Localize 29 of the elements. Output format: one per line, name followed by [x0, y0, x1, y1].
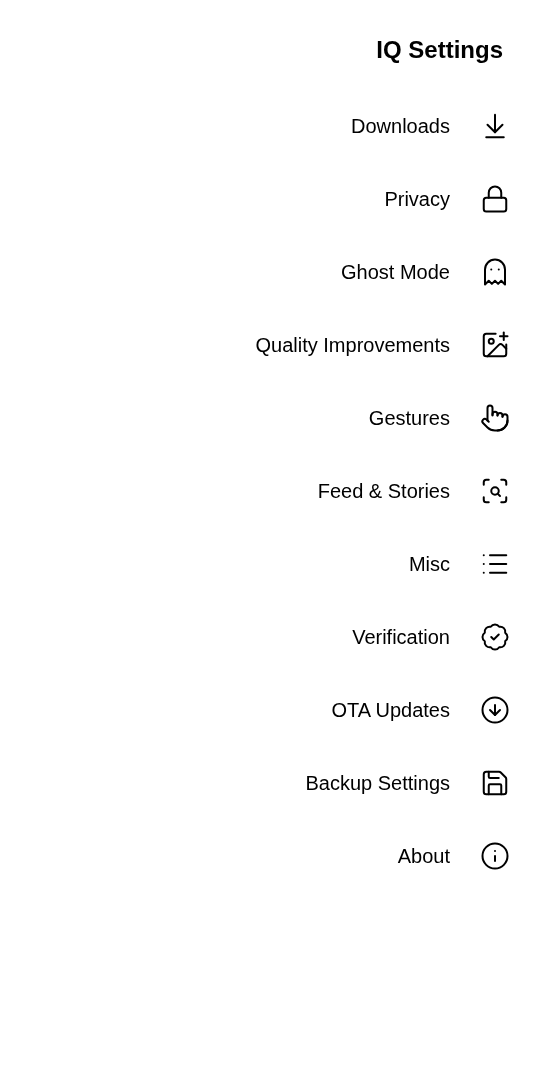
item-label: Ghost Mode	[341, 259, 450, 285]
item-label: Verification	[352, 624, 450, 650]
page-title: IQ Settings	[376, 35, 503, 65]
item-label: Backup Settings	[305, 770, 450, 796]
settings-item[interactable]: Downloads	[255, 89, 510, 162]
settings-item[interactable]: OTA Updates	[255, 673, 510, 746]
item-label: Privacy	[384, 186, 450, 212]
item-label: Gestures	[368, 405, 450, 431]
settings-item[interactable]: Ghost Mode	[255, 235, 510, 308]
check-badge-icon	[480, 621, 510, 652]
item-label: Misc	[408, 551, 450, 577]
settings-item[interactable]: Backup Settings	[255, 746, 510, 819]
hand-pointer-icon	[480, 402, 510, 433]
item-label: Downloads	[351, 113, 450, 139]
item-label: Quality Improvements	[255, 332, 450, 358]
image-plus-icon	[480, 329, 510, 360]
settings-item[interactable]: Privacy	[255, 162, 510, 235]
settings-item[interactable]: Misc	[255, 527, 510, 600]
settings-item[interactable]: Quality Improvements	[255, 308, 510, 381]
item-label: Feed & Stories	[317, 478, 450, 504]
settings-item[interactable]: Verification	[255, 600, 510, 673]
download-circle-icon	[480, 694, 510, 725]
settings-item[interactable]: Feed & Stories	[255, 454, 510, 527]
lock-icon	[480, 183, 510, 214]
settings-item[interactable]: About	[255, 819, 510, 892]
settings-item[interactable]: Gestures	[255, 381, 510, 454]
info-icon	[480, 840, 510, 871]
item-label: OTA Updates	[331, 697, 450, 723]
item-label: About	[397, 843, 450, 869]
